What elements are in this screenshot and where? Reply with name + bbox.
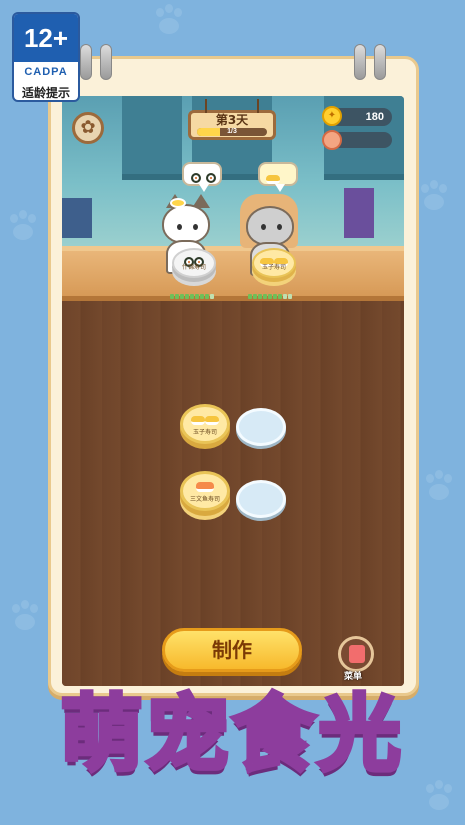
binder-ring: [80, 44, 92, 80]
rating-org: CADPA: [24, 66, 68, 78]
game-screen[interactable]: ✿ 第3天 1/3 ✦ 180 什锦寿司 玉子寿司 玉子寿司 三文鱼寿司 制作 …: [62, 96, 404, 686]
building: [344, 188, 374, 238]
maki-icon: [191, 173, 201, 183]
order-bubble: [258, 162, 298, 203]
binder-ring: [100, 44, 112, 80]
binder-ring: [374, 44, 386, 80]
day-title: 第3天: [215, 113, 249, 127]
gear-icon: ✿: [80, 117, 96, 138]
kitchen-plate[interactable]: 三文鱼寿司: [180, 471, 230, 511]
paw-icon: [420, 470, 458, 504]
rating-tip: 适龄提示: [21, 86, 70, 100]
paw-icon: [4, 210, 42, 244]
patience-bar: [170, 294, 214, 299]
plate-label: 什锦寿司: [181, 264, 206, 271]
nigiri-icon: [191, 416, 205, 425]
order-bubble: [182, 162, 222, 192]
empty-plate[interactable]: [236, 408, 286, 446]
settings-button[interactable]: ✿: [72, 112, 104, 144]
counter: [62, 246, 404, 301]
day-progress-text: 1/3: [227, 128, 237, 135]
maki-icon: [206, 173, 217, 183]
kitchen-plate[interactable]: 玉子寿司: [180, 404, 230, 444]
day-progress-bar: 1/3: [197, 128, 267, 136]
building: [62, 198, 92, 238]
nigiri-icon: [205, 416, 219, 425]
plate-label: 三文鱼寿司: [189, 496, 220, 503]
day-sign: 第3天 1/3: [188, 99, 276, 140]
customer-plate-stack: 玉子寿司: [252, 248, 296, 278]
game-title: 萌宠食光: [58, 685, 405, 785]
paw-coin-icon: ✦: [322, 106, 342, 126]
fish-icon: [322, 130, 342, 150]
awning: [122, 96, 182, 180]
menu-book-icon: [349, 645, 365, 663]
salmon-nigiri-icon: [196, 482, 214, 492]
age-rating-badge: 12+ CADPA 适龄提示: [12, 12, 80, 102]
binder-ring: [354, 44, 366, 80]
customer-plate-stack: 什锦寿司: [172, 248, 216, 278]
paw-icon: [415, 180, 453, 214]
nigiri-icon: [266, 175, 280, 184]
plate-label: 玉子寿司: [192, 429, 217, 436]
age-rating: 12+: [14, 14, 78, 62]
empty-plate[interactable]: [236, 480, 286, 518]
paw-icon: [150, 4, 188, 38]
patience-bar: [248, 294, 292, 299]
paw-icon: [6, 600, 44, 634]
plate-label: 玉子寿司: [261, 264, 286, 271]
